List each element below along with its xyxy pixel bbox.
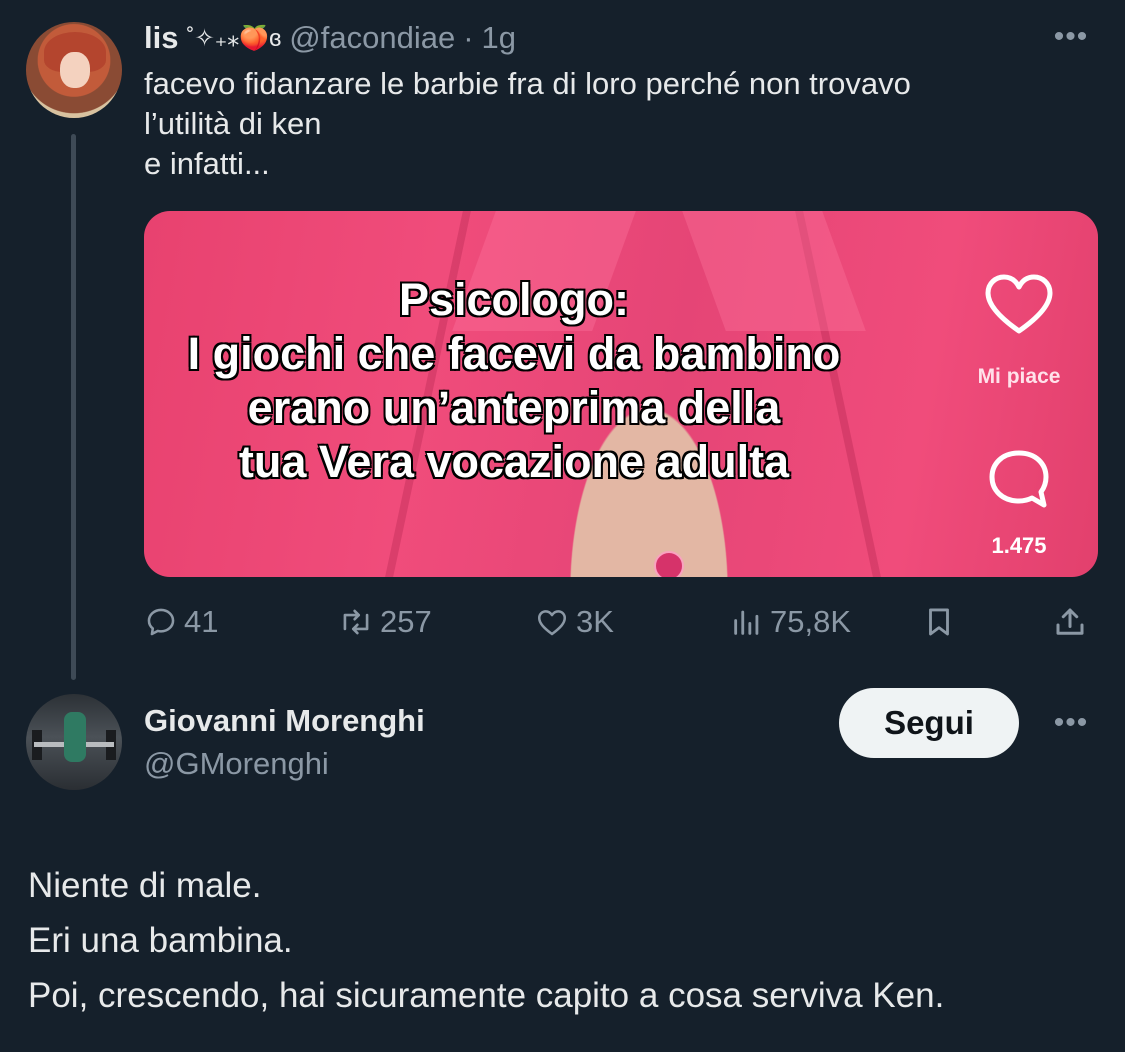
author-name[interactable]: lis — [144, 20, 178, 56]
reply-text-line: Poi, crescendo, hai sicuramente capito a… — [28, 976, 945, 1015]
media-caption-line: tua Vera vocazione adulta — [238, 435, 790, 488]
bookmark-icon — [929, 608, 949, 636]
bookmark-button[interactable] — [922, 600, 956, 644]
author-name-decoration: ˚✧₊⁎🍑ɞ — [186, 24, 282, 52]
media-caption-line: I giochi che facevi da bambino — [187, 327, 842, 380]
reply-more-options-button[interactable]: ••• — [1047, 708, 1095, 738]
tweet-timestamp[interactable]: 1g — [482, 20, 516, 56]
reply-text-line: Eri una bambina. — [28, 921, 293, 960]
share-button[interactable] — [1052, 600, 1088, 644]
views-icon — [734, 610, 759, 635]
media-caption-line: Psicologo: — [398, 273, 630, 326]
media-caption: Psicologo: I giochi che facevi da bambin… — [144, 273, 884, 489]
thread-connector-line — [71, 134, 76, 680]
repost-count: 257 — [380, 604, 432, 639]
reply-text: Niente di male. Eri una bambina. Poi, cr… — [28, 858, 1108, 1023]
reply-author-handle[interactable]: @GMorenghi — [144, 746, 329, 782]
author-handle[interactable]: @facondiae — [289, 20, 455, 56]
share-icon — [1056, 608, 1084, 635]
like-button[interactable]: 3K — [534, 600, 614, 644]
like-count: 3K — [576, 604, 614, 639]
tiktok-comment-icon — [989, 450, 1049, 508]
reply-author-name[interactable]: Giovanni Morenghi — [144, 703, 425, 739]
reply-icon — [147, 608, 175, 636]
follow-button[interactable]: Segui — [839, 688, 1019, 758]
repost-icon — [343, 609, 369, 635]
views-count: 75,8K — [770, 604, 852, 639]
tiktok-heart-icon — [985, 274, 1053, 334]
reply-button[interactable]: 41 — [144, 600, 218, 644]
tweet-more-options-button[interactable]: ••• — [1047, 22, 1095, 52]
author-avatar[interactable] — [26, 22, 122, 118]
reply-count: 41 — [184, 604, 219, 639]
tweet-header: lis ˚✧₊⁎🍑ɞ @facondiae · 1g — [144, 18, 516, 58]
repost-button[interactable]: 257 — [338, 600, 432, 644]
reply-text-line: Niente di male. — [28, 866, 262, 905]
reply-author-avatar[interactable] — [26, 694, 122, 790]
like-icon — [537, 610, 567, 636]
tweet-media-image[interactable]: Psicologo: I giochi che facevi da bambin… — [144, 211, 1098, 577]
shirt-button — [654, 551, 684, 577]
tiktok-comment-count: 1.475 — [991, 533, 1047, 558]
tiktok-like-label: Mi piace — [977, 365, 1061, 388]
media-caption-line: erano un’anteprima della — [247, 381, 782, 434]
views-button[interactable]: 75,8K — [730, 600, 851, 644]
header-separator: · — [463, 20, 474, 55]
tweet-text: facevo fidanzare le barbie fra di loro p… — [144, 66, 911, 181]
